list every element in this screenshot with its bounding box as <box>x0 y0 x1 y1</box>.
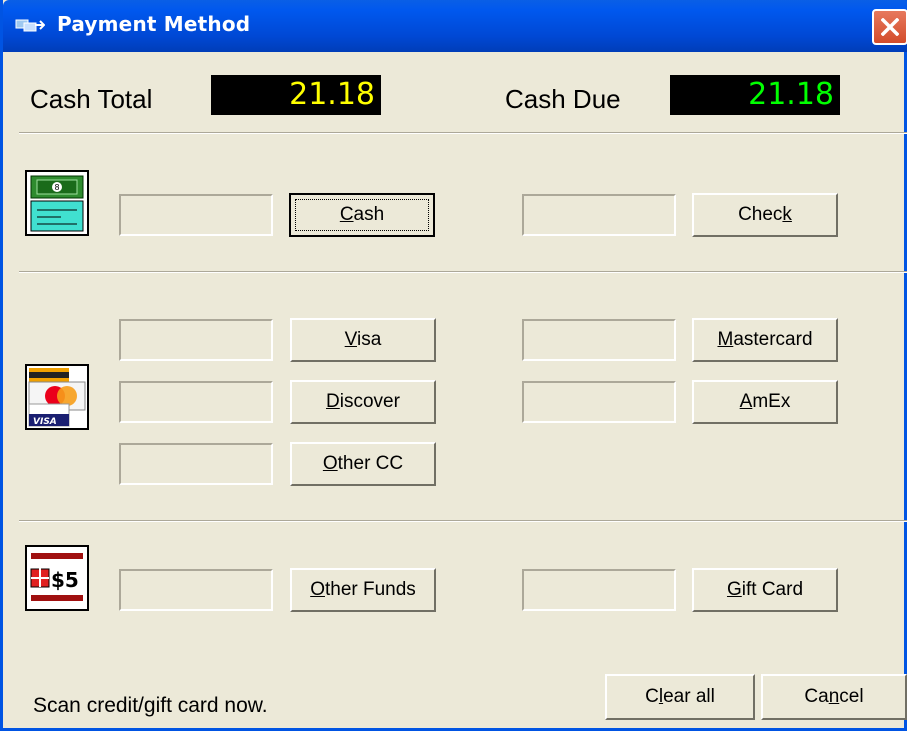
cash-total-display: 21.18 <box>211 75 381 115</box>
gift-card-button-label: Gift Card <box>726 579 804 600</box>
title-bar[interactable]: Payment Method <box>3 0 907 52</box>
visa-amount-field[interactable] <box>119 319 273 361</box>
mastercard-amount-field[interactable] <box>522 319 676 361</box>
credit-cards-icon: VISA <box>25 364 89 430</box>
discover-button[interactable]: Discover <box>290 380 436 424</box>
cash-total-label: Cash Total <box>30 84 153 114</box>
discover-amount-field[interactable] <box>119 381 273 423</box>
cash-check-icon: 8 <box>25 170 89 236</box>
gift-funds-icon: $5 <box>25 545 89 611</box>
visa-button[interactable]: Visa <box>290 318 436 362</box>
gift-card-amount-field[interactable] <box>522 569 676 611</box>
svg-text:VISA: VISA <box>33 417 57 427</box>
cancel-button[interactable]: Cancel <box>761 674 907 720</box>
mastercard-button-label: Mastercard <box>717 329 813 350</box>
amex-amount-field[interactable] <box>522 381 676 423</box>
clear-all-button[interactable]: Clear all <box>605 674 755 720</box>
other-cc-button[interactable]: Other CC <box>290 442 436 486</box>
amex-button[interactable]: AmEx <box>692 380 838 424</box>
cash-amount-field[interactable] <box>119 194 273 236</box>
separator <box>19 132 907 134</box>
status-message: Scan credit/gift card now. <box>33 694 268 717</box>
amex-button-label: AmEx <box>739 391 791 412</box>
check-amount-field[interactable] <box>522 194 676 236</box>
other-cc-button-label: Other CC <box>322 453 404 474</box>
gift-funds-icon-text: $5 <box>51 568 79 592</box>
close-icon <box>881 18 899 36</box>
payment-method-dialog: Payment Method Cash Total 21.18 Cash Due… <box>0 0 907 731</box>
mastercard-button[interactable]: Mastercard <box>692 318 838 362</box>
svg-text:8: 8 <box>54 183 59 192</box>
window-title: Payment Method <box>57 12 251 36</box>
other-funds-amount-field[interactable] <box>119 569 273 611</box>
other-cc-amount-field[interactable] <box>119 443 273 485</box>
other-funds-button-label: Other Funds <box>310 579 416 600</box>
check-button-label: Check <box>738 204 792 225</box>
other-funds-button[interactable]: Other Funds <box>290 568 436 612</box>
separator <box>19 520 907 522</box>
cash-due-label: Cash Due <box>505 84 621 114</box>
separator <box>19 271 907 273</box>
app-icon <box>15 19 45 32</box>
cancel-button-label: Cancel <box>804 686 864 707</box>
visa-button-label: Visa <box>344 329 382 350</box>
cash-button-label: Cash <box>339 204 385 225</box>
check-button[interactable]: Check <box>692 193 838 237</box>
close-button[interactable] <box>872 9 907 45</box>
discover-button-label: Discover <box>326 391 400 412</box>
cash-due-display: 21.18 <box>670 75 840 115</box>
clear-all-button-label: Clear all <box>645 686 715 707</box>
cash-button[interactable]: Cash <box>289 193 435 237</box>
gift-card-button[interactable]: Gift Card <box>692 568 838 612</box>
